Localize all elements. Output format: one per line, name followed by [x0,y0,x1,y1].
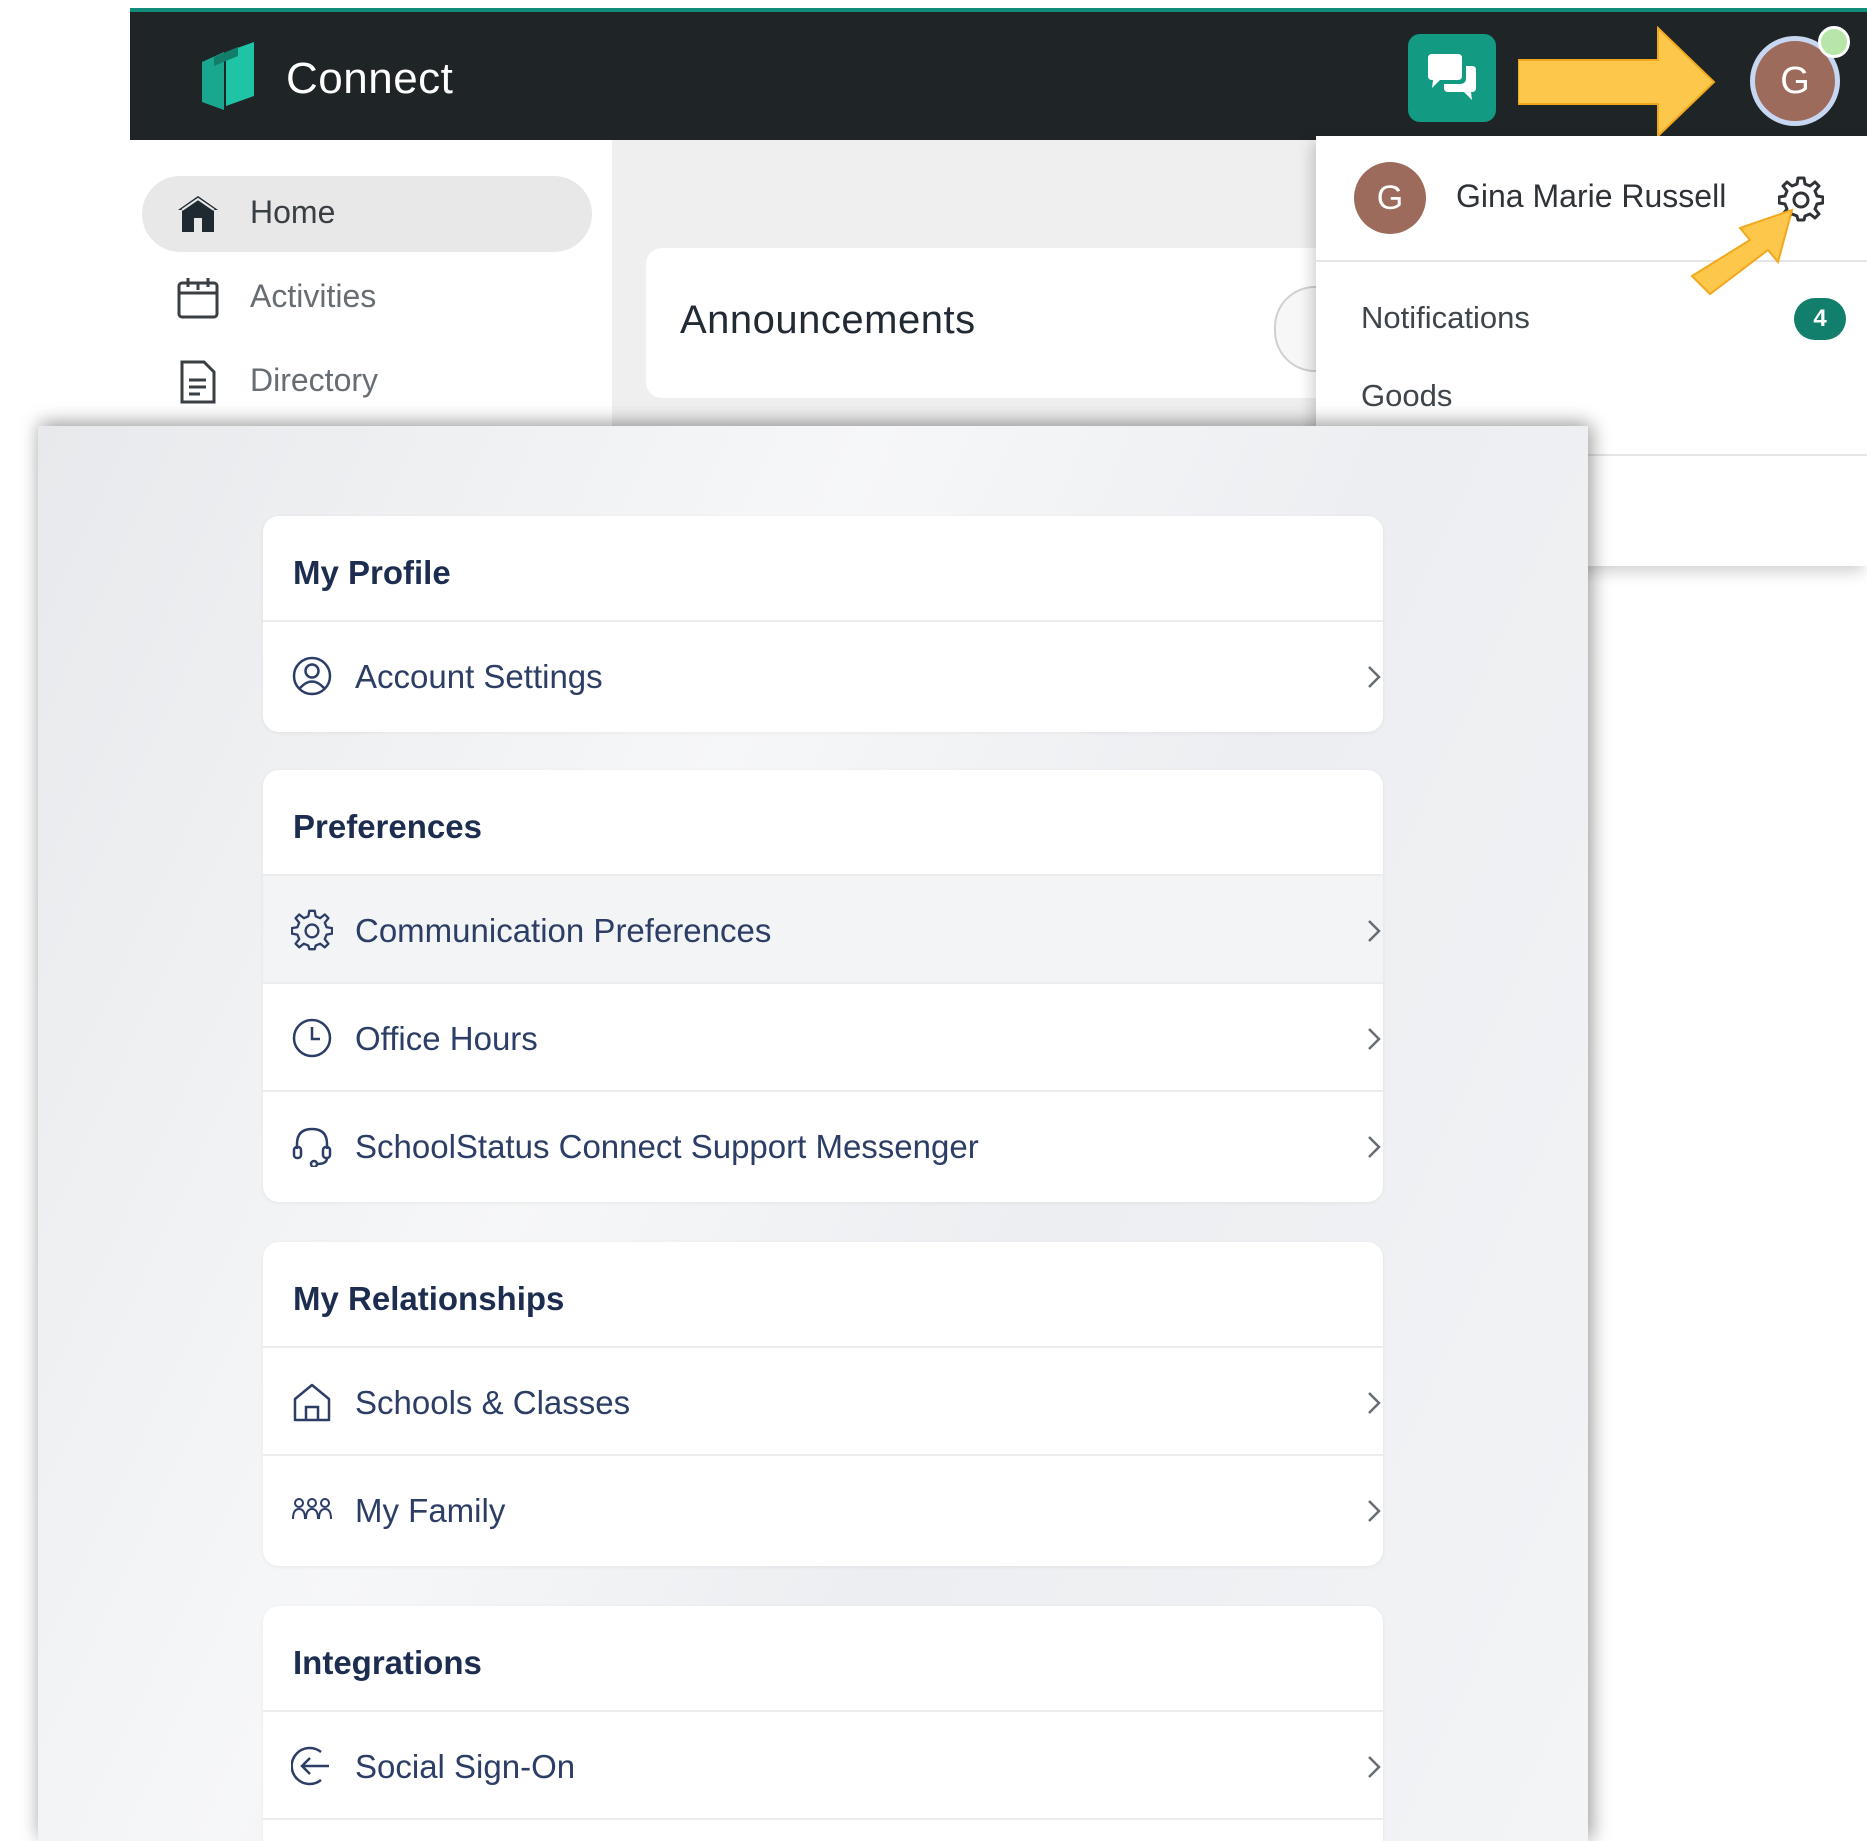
section-my-profile: My Profile Account Settings [263,516,1383,732]
sidebar-item-activities[interactable]: Activities [142,260,592,336]
office-hours-row[interactable]: Office Hours [263,984,1383,1092]
clock-icon [292,1018,332,1058]
chevron-right-icon [1368,1136,1381,1158]
annotation-arrow-icon [1518,26,1716,138]
section-my-relationships: My Relationships Schools & Classes My Fa… [263,1242,1383,1566]
chat-button[interactable] [1408,34,1496,122]
section-title: My Relationships [263,1242,1383,1348]
sidebar: Home Activities Directory [130,140,612,430]
gear-icon [291,909,333,951]
avatar: G [1354,162,1426,234]
row-label: SchoolStatus Connect Support Messenger [355,1128,979,1165]
section-title: Integrations [263,1606,1383,1712]
schools-classes-row[interactable]: Schools & Classes [263,1348,1383,1456]
row-label: Social Sign-On [355,1748,576,1785]
chat-bubbles-icon [1428,54,1476,100]
user-name: Gina Marie Russell [1456,178,1727,214]
headset-icon [292,1127,332,1167]
connect-logo-icon [202,42,254,110]
row-label: My Family [355,1492,506,1529]
home-icon [178,196,218,232]
family-icon [292,1498,332,1520]
row-label: Schools & Classes [355,1384,631,1421]
section-preferences: Preferences Communication Preferences Of… [263,770,1383,1202]
sidebar-item-directory[interactable]: Directory [142,344,592,420]
document-icon [180,360,216,404]
list-item[interactable] [263,1820,1383,1841]
annotation-arrow-icon [1690,208,1794,296]
section-title: My Profile [263,516,1383,622]
calendar-icon [177,278,219,319]
sidebar-item-label: Activities [250,278,377,314]
chevron-right-icon [1368,1028,1381,1050]
section-integrations: Integrations Social Sign-On [263,1606,1383,1841]
communication-preferences-row[interactable]: Communication Preferences [263,876,1383,984]
sidebar-item-label: Home [250,194,336,230]
menu-item-goods[interactable]: Goods [1361,378,1452,414]
chevron-right-icon [1368,920,1381,942]
row-label: Account Settings [355,658,603,695]
chevron-right-icon [1368,1756,1381,1778]
notification-count-badge: 4 [1794,298,1846,340]
sidebar-item-label: Directory [250,362,379,398]
settings-panel: My Profile Account Settings Preferences … [38,426,1588,1841]
menu-item-notifications[interactable]: Notifications [1361,300,1530,336]
announcements-title: Announcements [680,298,976,342]
chevron-right-icon [1368,666,1381,688]
sidebar-item-home[interactable]: Home [142,176,592,252]
account-settings-row[interactable]: Account Settings [263,622,1383,730]
top-bar: Connect G [130,8,1867,140]
online-status-dot [1818,26,1850,58]
sign-in-icon [291,1746,329,1786]
social-sign-on-row[interactable]: Social Sign-On [263,1712,1383,1820]
row-label: Communication Preferences [355,912,772,949]
app-title: Connect [286,54,454,103]
support-messenger-row[interactable]: SchoolStatus Connect Support Messenger [263,1092,1383,1200]
chevron-right-icon [1368,1392,1381,1414]
house-icon [293,1383,331,1422]
chevron-right-icon [1368,1500,1381,1522]
row-label: Office Hours [355,1020,538,1057]
section-title: Preferences [263,770,1383,876]
announcements-card: Announcements [646,248,1368,398]
my-family-row[interactable]: My Family [263,1456,1383,1564]
user-circle-icon [292,656,332,696]
